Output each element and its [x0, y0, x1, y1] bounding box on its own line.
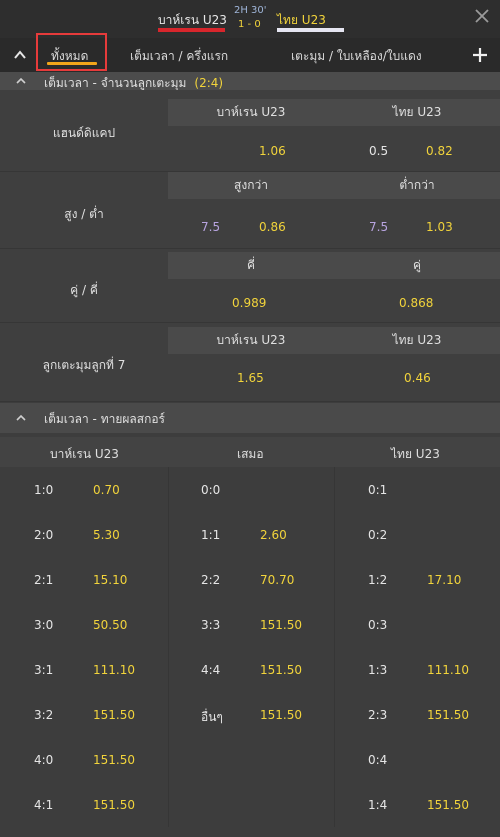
- corners-section-title: เต็มเวลา - จำนวนลูกเตะมุม: [44, 76, 187, 90]
- odds-seventh-away[interactable]: 0.46: [404, 371, 431, 385]
- close-icon[interactable]: [472, 6, 492, 26]
- cs-home-odds[interactable]: 151.50: [93, 708, 135, 722]
- cs-home-odds[interactable]: 0.70: [93, 483, 120, 497]
- cs-col-draw: เสมอ: [237, 447, 264, 461]
- cs-away-odds[interactable]: 151.50: [427, 708, 469, 722]
- cs-away-score: 0:4: [368, 753, 388, 767]
- cs-away-score: 1:3: [368, 663, 388, 677]
- cs-draw-odds[interactable]: 2.60: [260, 528, 287, 542]
- cs-away-score: 0:3: [368, 618, 388, 632]
- line-over: 7.5: [201, 220, 221, 234]
- corners-count: (2:4): [194, 76, 224, 90]
- cs-home-odds[interactable]: 151.50: [93, 753, 135, 767]
- odds-over[interactable]: 0.86: [259, 220, 286, 234]
- cs-home-odds[interactable]: 151.50: [93, 798, 135, 812]
- correct-score-column-headers: บาห์เรน U23 เสมอ ไทย U23: [0, 437, 500, 467]
- cs-draw-score: 3:3: [201, 618, 221, 632]
- cs-draw-odds[interactable]: 151.50: [260, 708, 302, 722]
- cs-away-odds[interactable]: 151.50: [427, 798, 469, 812]
- cs-away-odds[interactable]: 111.10: [427, 663, 469, 677]
- match-time: 2H 30': [234, 5, 267, 16]
- away-team-color-bar: [277, 28, 344, 32]
- corners-section-header[interactable]: เต็มเวลา - จำนวนลูกเตะมุม (2:4): [0, 72, 500, 90]
- market-label-over-under: สูง / ต่ำ: [64, 207, 104, 221]
- cs-col-away: ไทย U23: [391, 447, 440, 461]
- col-head-odd: คี่: [168, 252, 334, 279]
- cs-draw-score: 4:4: [201, 663, 221, 677]
- cs-away-score: 1:4: [368, 798, 388, 812]
- cs-home-score: 3:0: [34, 618, 54, 632]
- correct-score-row: 1:0 0.70 0:0 0:1: [0, 467, 500, 512]
- cs-home-odds[interactable]: 111.10: [93, 663, 135, 677]
- cs-home-score: 4:1: [34, 798, 54, 812]
- cs-home-odds[interactable]: 5.30: [93, 528, 120, 542]
- odds-under[interactable]: 1.03: [426, 220, 453, 234]
- odds-even[interactable]: 0.868: [399, 296, 433, 310]
- market-seventh-corner: ลูกเตะมุมลูกที่ 7 บาห์เรน U23 ไทย U23 1.…: [0, 323, 500, 402]
- cs-home-odds[interactable]: 15.10: [93, 573, 127, 587]
- col-head-away: ไทย U23: [334, 99, 500, 126]
- chevron-up-icon: [16, 77, 26, 84]
- column-divider: [334, 467, 335, 827]
- odds-handicap-home[interactable]: 1.06: [259, 144, 286, 158]
- cs-home-score: 3:1: [34, 663, 54, 677]
- plus-icon[interactable]: [470, 45, 490, 65]
- tab-full-half[interactable]: เต็มเวลา / ครึ่งแรก: [130, 47, 228, 66]
- market-label-seventh-corner: ลูกเตะมุมลูกที่ 7: [42, 358, 126, 372]
- cs-home-score: 2:0: [34, 528, 54, 542]
- col-head-even: คู่: [334, 252, 500, 279]
- cs-home-score: 4:0: [34, 753, 54, 767]
- correct-score-row: 4:0 151.50 0:4: [0, 737, 500, 782]
- col-head-under: ต่ำกว่า: [334, 172, 500, 199]
- correct-score-section-header[interactable]: เต็มเวลา - ทายผลสกอร์: [0, 403, 500, 433]
- col-head-home: บาห์เรน U23: [168, 99, 334, 126]
- cs-col-home: บาห์เรน U23: [50, 447, 119, 461]
- market-handicap: แฮนด์ดิแคป บาห์เรน U23 ไทย U23 1.06 0.5 …: [0, 90, 500, 172]
- cs-away-score: 0:2: [368, 528, 388, 542]
- match-score: 1 - 0: [238, 19, 261, 30]
- cs-draw-score: 1:1: [201, 528, 221, 542]
- cs-draw-odds[interactable]: 70.70: [260, 573, 294, 587]
- odds-seventh-home[interactable]: 1.65: [237, 371, 264, 385]
- home-team-color-bar: [158, 28, 225, 32]
- cs-home-score: 1:0: [34, 483, 54, 497]
- market-over-under: สูง / ต่ำ สูงกว่า ต่ำกว่า 7.5 0.86 7.5 1…: [0, 172, 500, 249]
- odds-handicap-away[interactable]: 0.82: [426, 144, 453, 158]
- cs-draw-odds[interactable]: 151.50: [260, 618, 302, 632]
- correct-score-title: เต็มเวลา - ทายผลสกอร์: [44, 412, 166, 426]
- cs-home-score: 2:1: [34, 573, 54, 587]
- odds-odd[interactable]: 0.989: [232, 296, 266, 310]
- correct-score-row: 3:0 50.50 3:3 151.50 0:3: [0, 602, 500, 647]
- line-under: 7.5: [369, 220, 389, 234]
- tab-highlight-box: [36, 33, 107, 71]
- market-odd-even: คู่ / คี่ คี่ คู่ 0.989 0.868: [0, 249, 500, 323]
- cs-draw-score: 0:0: [201, 483, 221, 497]
- chevron-up-icon: [16, 414, 26, 421]
- cs-draw-score: 2:2: [201, 573, 221, 587]
- col-head-away: ไทย U23: [334, 327, 500, 354]
- cs-away-score: 0:1: [368, 483, 388, 497]
- market-label-handicap: แฮนด์ดิแคป: [52, 126, 116, 140]
- cs-draw-score: อื่นๆ: [201, 710, 223, 724]
- correct-score-row: 2:1 15.10 2:2 70.70 1:2 17.10: [0, 557, 500, 602]
- market-label-odd-even: คู่ / คี่: [70, 283, 98, 297]
- cs-away-odds[interactable]: 17.10: [427, 573, 461, 587]
- correct-score-row: 4:1 151.50 1:4 151.50: [0, 782, 500, 827]
- col-head-over: สูงกว่า: [168, 172, 334, 199]
- chevron-up-icon[interactable]: [10, 45, 30, 65]
- correct-score-row: 3:1 111.10 4:4 151.50 1:3 111.10: [0, 647, 500, 692]
- cs-away-score: 2:3: [368, 708, 388, 722]
- col-head-home: บาห์เรน U23: [168, 327, 334, 354]
- cs-home-odds[interactable]: 50.50: [93, 618, 127, 632]
- cs-home-score: 3:2: [34, 708, 54, 722]
- cs-draw-odds[interactable]: 151.50: [260, 663, 302, 677]
- cs-away-score: 1:2: [368, 573, 388, 587]
- column-divider: [168, 467, 169, 827]
- line-handicap-away: 0.5: [369, 144, 389, 158]
- correct-score-row: 2:0 5.30 1:1 2.60 0:2: [0, 512, 500, 557]
- correct-score-row: 3:2 151.50 อื่นๆ 151.50 2:3 151.50: [0, 692, 500, 737]
- tab-corners-cards[interactable]: เตะมุม / ใบเหลือง/ใบแดง: [291, 47, 422, 66]
